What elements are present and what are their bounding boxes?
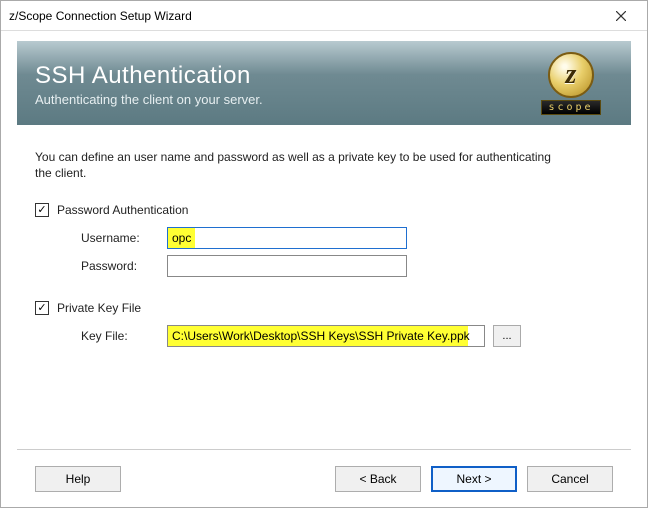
browse-button[interactable]: ...	[493, 325, 521, 347]
close-button[interactable]	[598, 2, 643, 30]
body: You can define an user name and password…	[17, 125, 631, 449]
content: SSH Authentication Authenticating the cl…	[1, 31, 647, 507]
password-row: Password:	[81, 255, 613, 277]
back-button[interactable]: < Back	[335, 466, 421, 492]
titlebar: z/Scope Connection Setup Wizard	[1, 1, 647, 31]
wizard-window: z/Scope Connection Setup Wizard SSH Auth…	[0, 0, 648, 508]
checkbox-icon: ✓	[35, 301, 49, 315]
logo-circle: z	[548, 52, 594, 98]
next-button[interactable]: Next >	[431, 466, 517, 492]
cancel-button[interactable]: Cancel	[527, 466, 613, 492]
password-auth-checkbox-row[interactable]: ✓ Password Authentication	[35, 203, 613, 217]
close-icon	[616, 11, 626, 21]
banner: SSH Authentication Authenticating the cl…	[17, 41, 631, 125]
username-input[interactable]	[167, 227, 407, 249]
logo-text: scope	[541, 100, 600, 115]
private-key-checkbox-row[interactable]: ✓ Private Key File	[35, 301, 613, 315]
username-row: Username:	[81, 227, 613, 249]
keyfile-input[interactable]	[167, 325, 485, 347]
password-label: Password:	[81, 259, 167, 273]
keyfile-row: Key File: ...	[81, 325, 613, 347]
private-key-label: Private Key File	[57, 301, 141, 315]
checkbox-icon: ✓	[35, 203, 49, 217]
footer: Help < Back Next > Cancel	[17, 449, 631, 507]
username-label: Username:	[81, 231, 167, 245]
app-logo: z scope	[527, 49, 615, 117]
help-button[interactable]: Help	[35, 466, 121, 492]
intro-text: You can define an user name and password…	[35, 149, 555, 181]
keyfile-label: Key File:	[81, 329, 167, 343]
password-auth-label: Password Authentication	[57, 203, 188, 217]
window-title: z/Scope Connection Setup Wizard	[9, 9, 598, 23]
password-input[interactable]	[167, 255, 407, 277]
